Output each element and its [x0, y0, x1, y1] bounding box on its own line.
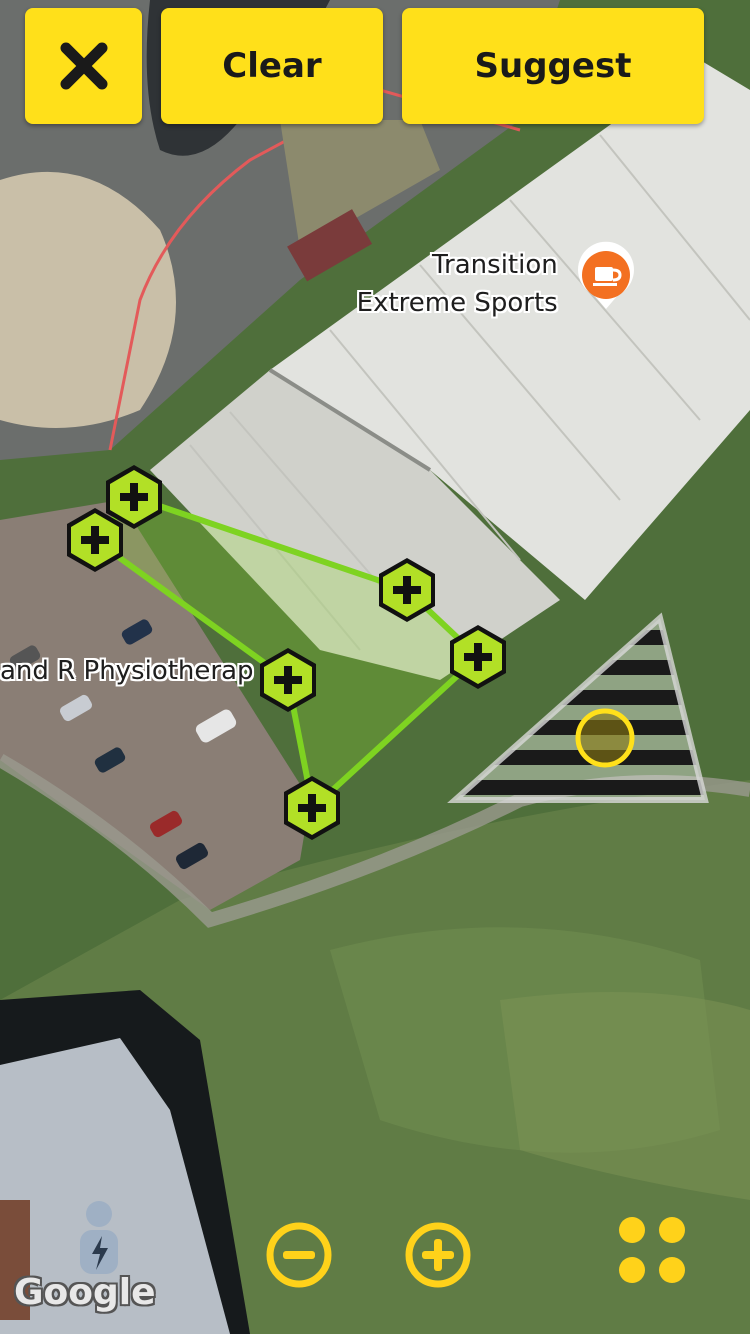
close-button[interactable] [25, 8, 142, 124]
poi-label-line1: Transition [432, 250, 558, 280]
poi-label[interactable]: Transition Extreme Sports [350, 246, 558, 322]
clear-button[interactable]: Clear [161, 8, 383, 124]
place-label[interactable]: and R Physiotherap [0, 656, 254, 686]
google-attribution: Google [14, 1272, 156, 1313]
target-circle-marker[interactable] [575, 708, 635, 768]
plus-circle-icon[interactable] [403, 1220, 473, 1290]
poi-label-line2: Extreme Sports [356, 288, 558, 318]
four-dots-icon[interactable] [614, 1212, 692, 1290]
close-x-icon [60, 42, 107, 90]
minus-circle-icon[interactable] [264, 1220, 334, 1290]
pegman-lightning-icon[interactable] [74, 1198, 124, 1282]
suggest-button[interactable]: Suggest [402, 8, 704, 124]
